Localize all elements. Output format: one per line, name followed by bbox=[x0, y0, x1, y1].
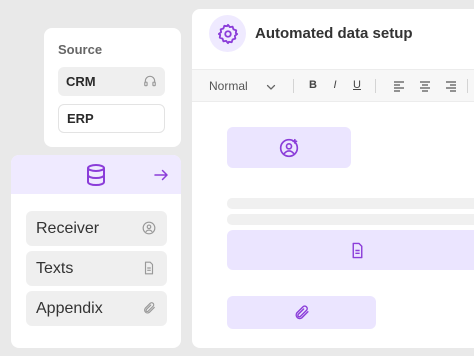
align-left-icon[interactable] bbox=[393, 80, 405, 92]
settings-badge[interactable] bbox=[209, 15, 246, 52]
field-item-receiver[interactable]: Receiver bbox=[26, 211, 167, 246]
source-card: Source CRM ERP bbox=[44, 28, 181, 147]
database-icon bbox=[87, 164, 105, 187]
paragraph-style-select[interactable]: Normal bbox=[209, 79, 248, 93]
toolbar-divider bbox=[293, 79, 294, 93]
user-at-icon bbox=[142, 221, 156, 235]
editor-header: Automated data setup bbox=[192, 9, 474, 59]
chevron-down-icon[interactable] bbox=[265, 81, 277, 93]
source-option-label: CRM bbox=[66, 74, 96, 89]
paperclip-icon bbox=[295, 305, 309, 320]
editor-window: Automated data setup Normal B I U bbox=[192, 9, 474, 348]
align-right-icon[interactable] bbox=[445, 80, 457, 92]
editor-toolbar: Normal B I U bbox=[192, 69, 474, 102]
toolbar-divider bbox=[467, 79, 468, 93]
user-plus-icon bbox=[279, 138, 299, 157]
toolbar-divider bbox=[375, 79, 376, 93]
paperclip-icon bbox=[144, 302, 155, 314]
headset-icon bbox=[144, 75, 156, 87]
source-option-label: ERP bbox=[67, 111, 94, 126]
field-item-appendix[interactable]: Appendix bbox=[26, 291, 167, 326]
fields-panel: Receiver Texts Appendix bbox=[11, 155, 181, 348]
gear-icon bbox=[217, 23, 238, 44]
document-icon bbox=[352, 242, 362, 258]
texts-block[interactable] bbox=[227, 230, 474, 270]
fields-panel-header bbox=[11, 155, 181, 194]
source-title: Source bbox=[58, 42, 103, 57]
field-item-texts[interactable]: Texts bbox=[26, 251, 167, 286]
appendix-block[interactable] bbox=[227, 296, 376, 329]
source-option-erp[interactable]: ERP bbox=[58, 104, 165, 133]
text-placeholder-line bbox=[227, 198, 474, 209]
field-item-label: Receiver bbox=[36, 219, 100, 237]
document-icon bbox=[144, 261, 154, 275]
receiver-block[interactable] bbox=[227, 127, 351, 168]
editor-title: Automated data setup bbox=[255, 25, 413, 42]
bold-button[interactable]: B bbox=[306, 79, 320, 91]
underline-button[interactable]: U bbox=[350, 79, 364, 91]
field-item-label: Appendix bbox=[36, 299, 103, 317]
field-item-label: Texts bbox=[36, 259, 74, 277]
arrow-right-icon[interactable] bbox=[152, 166, 170, 184]
source-option-crm[interactable]: CRM bbox=[58, 67, 165, 96]
italic-button[interactable]: I bbox=[328, 79, 342, 91]
align-center-icon[interactable] bbox=[419, 80, 431, 92]
text-placeholder-line bbox=[227, 214, 474, 225]
